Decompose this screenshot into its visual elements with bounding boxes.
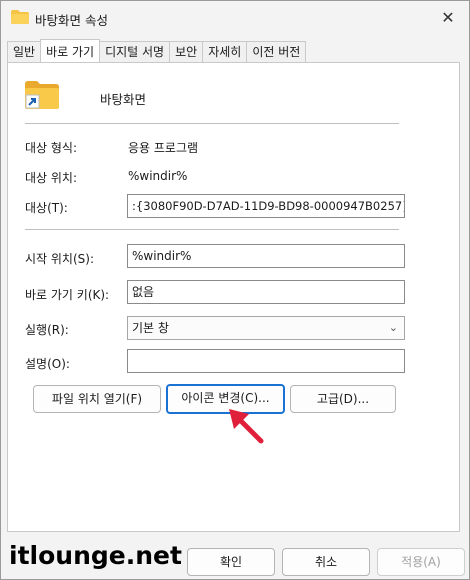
watermark: itlounge.net xyxy=(9,541,182,570)
comment-field[interactable] xyxy=(127,349,405,373)
shortcut-folder-icon xyxy=(25,81,59,109)
tab-security[interactable]: 보안 xyxy=(169,41,204,62)
target-location-value: %windir% xyxy=(128,169,188,183)
shortcut-name: 바탕화면 xyxy=(100,92,147,107)
run-select[interactable]: 기본 창 ⌄ xyxy=(127,316,405,340)
divider xyxy=(25,123,399,124)
tab-general[interactable]: 일반 xyxy=(7,41,42,62)
run-select-value: 기본 창 xyxy=(132,321,169,335)
run-label: 실행(R): xyxy=(25,323,69,337)
ok-button[interactable]: 확인 xyxy=(187,548,275,576)
apply-button[interactable]: 적용(A) xyxy=(377,548,465,576)
properties-window: 바탕화면 속성 ✕ 일반 바로 가기 디지털 서명 보안 자세히 이전 버전 바… xyxy=(0,0,470,580)
tab-digital-signature[interactable]: 디지털 서명 xyxy=(99,41,171,62)
start-in-field[interactable]: %windir% xyxy=(127,244,405,268)
shortcut-panel: 바탕화면 대상 형식: 응용 프로그램 대상 위치: %windir% 대상(T… xyxy=(7,62,460,532)
close-button[interactable]: ✕ xyxy=(433,3,463,31)
cancel-button[interactable]: 취소 xyxy=(282,548,370,576)
hotkey-field[interactable]: 없음 xyxy=(127,280,405,304)
target-label: 대상(T): xyxy=(25,201,68,215)
tab-details[interactable]: 자세히 xyxy=(202,41,248,62)
target-type-label: 대상 형식: xyxy=(25,141,78,155)
window-title: 바탕화면 속성 xyxy=(35,13,108,28)
start-in-label: 시작 위치(S): xyxy=(25,252,94,266)
tab-shortcut[interactable]: 바로 가기 xyxy=(40,39,101,62)
red-arrow-icon xyxy=(229,409,264,444)
advanced-button[interactable]: 고급(D)... xyxy=(290,385,396,413)
tab-strip: 일반 바로 가기 디지털 서명 보안 자세히 이전 버전 xyxy=(7,39,307,62)
divider xyxy=(25,229,399,230)
target-location-label: 대상 위치: xyxy=(25,171,78,185)
target-type-value: 응용 프로그램 xyxy=(128,141,199,155)
open-file-location-button[interactable]: 파일 위치 열기(F) xyxy=(33,385,161,413)
folder-icon xyxy=(11,10,29,24)
title-bar[interactable]: 바탕화면 속성 ✕ xyxy=(1,1,469,35)
tab-previous-versions[interactable]: 이전 버전 xyxy=(246,41,307,62)
comment-label: 설명(O): xyxy=(25,357,70,371)
close-icon: ✕ xyxy=(441,7,455,27)
hotkey-label: 바로 가기 키(K): xyxy=(25,288,110,302)
chevron-down-icon: ⌄ xyxy=(388,321,398,334)
target-field[interactable]: :{3080F90D-D7AD-11D9-BD98-0000947B0257} xyxy=(127,194,405,218)
